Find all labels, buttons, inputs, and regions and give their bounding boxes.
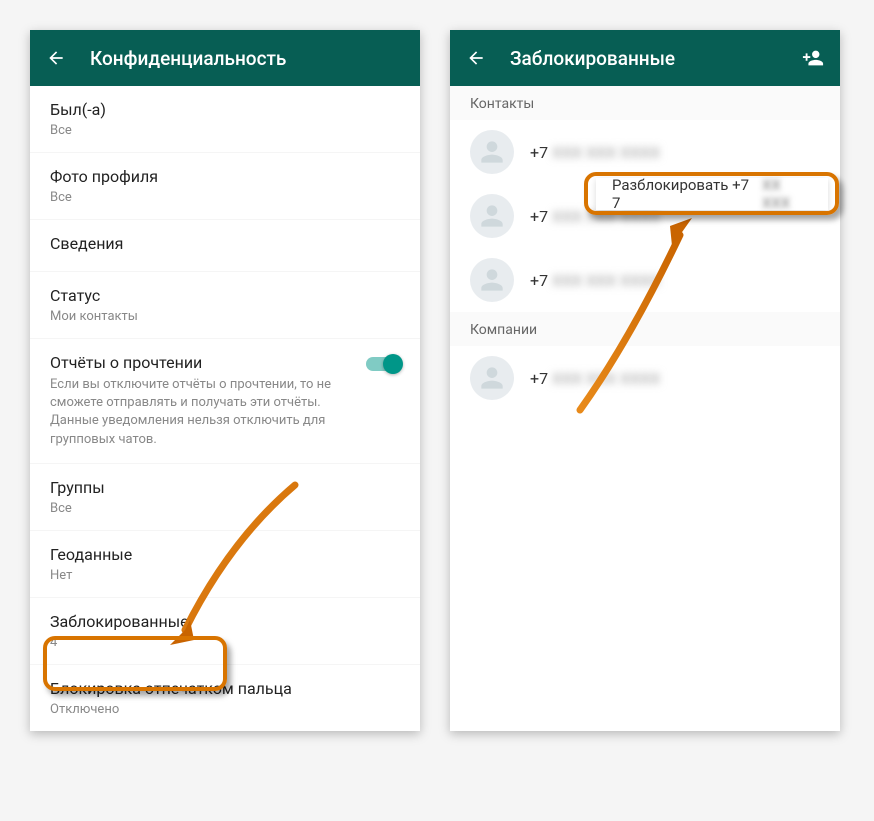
row-last-seen[interactable]: Был(-а) Все [30,86,420,153]
row-blocked[interactable]: Заблокированные 4 [30,598,420,665]
row-status[interactable]: Статус Мои контакты [30,272,420,339]
header-blocked: Заблокированные [450,30,840,86]
row-title: Заблокированные [50,612,400,631]
row-sub: Все [50,501,400,516]
row-groups[interactable]: Группы Все [30,464,420,531]
row-title: Группы [50,478,400,497]
unblock-popup[interactable]: Разблокировать +7 7XX XXX [596,178,828,210]
contact-number: +7 XXX XXX XXXX [530,271,660,290]
row-sub: Все [50,123,400,138]
toggle-read-receipts[interactable] [366,357,400,371]
header-title: Заблокированные [510,47,778,70]
section-contacts: Контакты [450,86,840,120]
contact-number: +7 XXX XXX XXXX [530,143,660,162]
avatar-icon [470,130,514,174]
row-sub: 4 [50,635,400,650]
contact-item[interactable]: +7 XXX XXX XXXX [450,248,840,312]
row-title: Блокировка отпечатком пальца [50,679,400,698]
header-privacy: Конфиденциальность [30,30,420,86]
row-fingerprint[interactable]: Блокировка отпечатком пальца Отключено [30,665,420,731]
row-title: Отчёты о прочтении [50,353,400,372]
row-sub: Отключено [50,702,400,717]
unblock-label: Разблокировать +7 7 [612,176,759,212]
row-title: Геоданные [50,545,400,564]
row-title: Фото профиля [50,167,400,186]
avatar-icon [470,258,514,302]
row-desc: Если вы отключите отчёты о прочтении, то… [50,376,360,449]
row-sub: Мои контакты [50,309,400,324]
phone-privacy: Конфиденциальность Был(-а) Все Фото проф… [30,30,420,731]
row-sub: Все [50,190,400,205]
row-profile-photo[interactable]: Фото профиля Все [30,153,420,220]
row-about[interactable]: Сведения [30,220,420,272]
add-person-icon[interactable] [802,47,824,69]
avatar-icon [470,356,514,400]
back-icon[interactable] [466,48,486,68]
header-title: Конфиденциальность [90,47,404,70]
row-title: Был(-а) [50,100,400,119]
row-read-receipts[interactable]: Отчёты о прочтении Если вы отключите отч… [30,339,420,464]
row-sub: Нет [50,568,400,583]
row-geodata[interactable]: Геоданные Нет [30,531,420,598]
company-item[interactable]: +7 XXX XXX XXXX [450,346,840,410]
row-title: Статус [50,286,400,305]
section-companies: Компании [450,312,840,346]
privacy-list: Был(-а) Все Фото профиля Все Сведения Ст… [30,86,420,731]
back-icon[interactable] [46,48,66,68]
avatar-icon [470,194,514,238]
contact-item[interactable]: +7 XXX XXX XXXX [450,120,840,184]
contact-number: +7 XXX XXX XXXX [530,369,660,388]
phone-blocked: Заблокированные Контакты +7 XXX XXX XXXX… [450,30,840,731]
row-title: Сведения [50,234,400,253]
